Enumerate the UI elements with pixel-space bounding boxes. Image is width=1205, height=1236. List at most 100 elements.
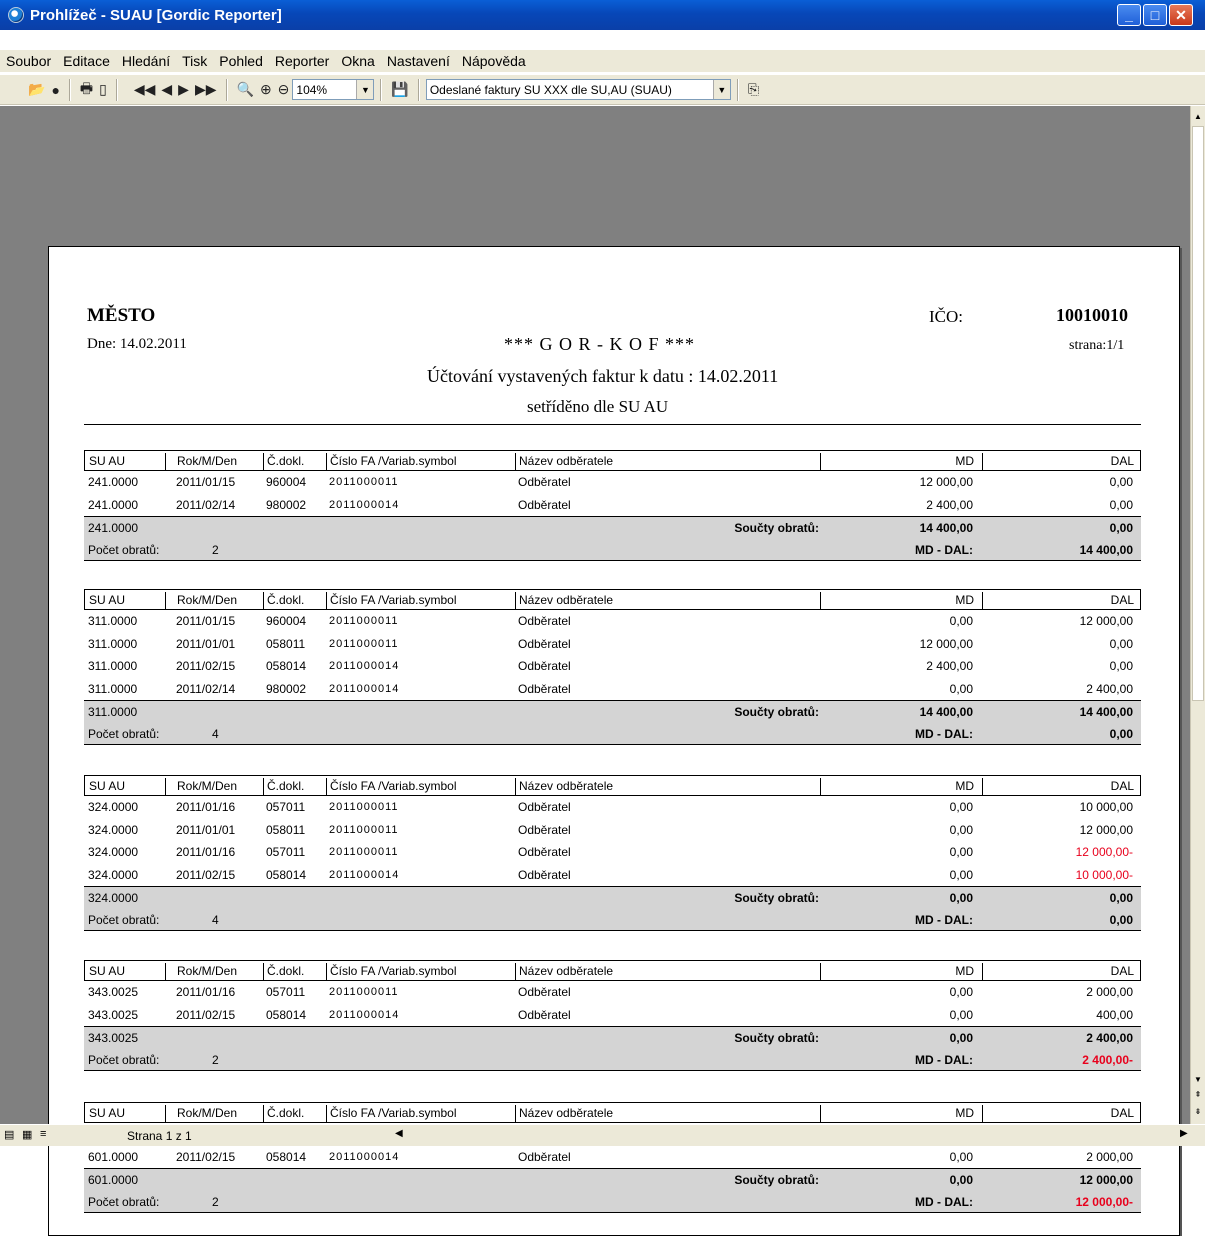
scroll-right-icon[interactable]: ▶ — [1180, 1128, 1188, 1139]
column-header: Č.dokl. — [267, 779, 305, 793]
sum-account: 343.0025 — [88, 1031, 139, 1045]
diff-value: 0,00 — [1109, 726, 1133, 741]
single-page-icon[interactable]: ▤ — [4, 1128, 14, 1141]
page-down-icon[interactable]: ⇟ — [1191, 1103, 1205, 1119]
sum-row: 311.0000 Součty obratů: 14 400,00 14 400,00 — [84, 700, 1141, 723]
count-label: Počet obratů: — [88, 912, 160, 927]
table-cell: Odběratel — [518, 497, 571, 512]
table-cell: 2 400,00 — [926, 659, 973, 673]
table-cell: 057011 — [266, 985, 306, 999]
table-cell: 10 000,00 — [1079, 800, 1133, 814]
table-cell: 0,00 — [949, 800, 973, 814]
zoom-in-icon[interactable]: ⊕ — [260, 79, 272, 101]
table-cell: 2011000011 — [329, 986, 399, 998]
diff-label: MD - DAL: — [915, 912, 973, 927]
table-cell: 311.0000 — [88, 614, 138, 628]
divider — [84, 424, 1141, 425]
menu-8[interactable]: Nápověda — [458, 53, 534, 69]
count-row: Počet obratů: 2 MD - DAL: 14 400,00 — [84, 538, 1141, 561]
menu-3[interactable]: Tisk — [178, 53, 215, 69]
table-cell: 241.0000 — [88, 475, 139, 489]
column-header: MD — [955, 1106, 974, 1120]
sum-label: Součty obratů: — [734, 1173, 819, 1187]
page-setup-icon[interactable]: ▯ — [99, 79, 107, 101]
table-cell: 0,00 — [1109, 659, 1133, 673]
dropdown-dot-icon[interactable]: ● — [51, 79, 59, 101]
maximize-button[interactable]: □ — [1143, 4, 1167, 26]
table-cell: 2 400,00 — [1086, 681, 1133, 696]
table-cell: 058014 — [266, 867, 307, 882]
list-view-icon[interactable]: ≡ — [40, 1128, 46, 1140]
page-up-icon[interactable]: ⇞ — [1191, 1086, 1205, 1102]
menu-6[interactable]: Okna — [337, 53, 382, 69]
column-header: Název odběratele — [519, 593, 614, 607]
table-cell: 0,00 — [949, 614, 973, 628]
scroll-down-icon[interactable]: ▼ — [1191, 1071, 1205, 1087]
table-cell: Odběratel — [518, 1149, 571, 1164]
table-cell: 2011000014 — [329, 660, 400, 672]
table-cell: Odběratel — [518, 659, 571, 673]
table-cell: Odběratel — [518, 614, 571, 628]
save-icon[interactable]: 💾 — [391, 79, 408, 101]
menu-5[interactable]: Reporter — [271, 53, 337, 69]
report-date: Dne: 14.02.2011 — [87, 336, 187, 352]
table-header: SU AU Rok/M/Den Č.dokl. Číslo FA /Variab.sy… — [84, 775, 1141, 796]
menu-2[interactable]: Hledání — [118, 53, 178, 69]
table-cell: 0,00 — [1109, 636, 1133, 651]
table-cell: 0,00 — [949, 845, 973, 859]
first-page-icon[interactable]: ◀◀ — [134, 79, 156, 101]
column-header: MD — [955, 964, 974, 978]
column-header: DAL — [1110, 593, 1134, 607]
table-header: SU AU Rok/M/Den Č.dokl. Číslo FA /Variab.sy… — [84, 450, 1141, 471]
table-header: SU AU Rok/M/Den Č.dokl. Číslo FA /Variab.sy… — [84, 589, 1141, 610]
table-cell: 2011/01/16 — [176, 985, 236, 999]
scroll-left-icon[interactable]: ◀ — [395, 1128, 403, 1139]
next-page-icon[interactable]: ▶ — [178, 79, 189, 101]
diff-value: 12 000,00- — [1075, 1194, 1133, 1209]
report-select[interactable]: Odeslané faktury SU XXX dle SU,AU (SUAU)… — [425, 79, 731, 100]
zoom-icon[interactable]: 🔍 — [237, 79, 254, 101]
multi-page-icon[interactable]: ▦ — [22, 1128, 32, 1141]
menu-1[interactable]: Editace — [59, 53, 118, 69]
sum-label: Součty obratů: — [734, 521, 819, 535]
title-bar: Prohlížeč - SUAU [Gordic Reporter] _ □ ✕ — [0, 0, 1205, 30]
menu-0[interactable]: Soubor — [0, 53, 59, 69]
table-cell: 0,00 — [949, 985, 973, 999]
table-cell: 10 000,00- — [1075, 867, 1133, 882]
diff-value: 0,00 — [1109, 912, 1133, 927]
open-icon[interactable]: 📂 — [28, 79, 45, 101]
scroll-up-icon[interactable]: ▲ — [1191, 108, 1205, 124]
report-sort: setříděno dle SU AU — [527, 397, 669, 416]
table-cell: 2011000011 — [329, 823, 399, 836]
table-cell: 2011/02/15 — [176, 659, 236, 673]
table-cell: 057011 — [266, 800, 306, 814]
zoom-out-icon[interactable]: ⊖ — [278, 79, 290, 101]
sum-row: 324.0000 Součty obratů: 0,00 0,00 — [84, 886, 1141, 909]
column-header: Číslo FA /Variab.symbol — [330, 593, 457, 607]
print-icon[interactable]: 🖶 — [80, 79, 93, 101]
close-button[interactable]: ✕ — [1169, 4, 1193, 26]
table-cell: 12 000,00 — [919, 636, 973, 651]
menu-4[interactable]: Pohled — [215, 53, 271, 69]
table-cell: 058014 — [266, 1007, 307, 1022]
table-cell: Odběratel — [518, 800, 571, 814]
table-row: 311.0000 2011/01/01 058011 2011000011 Odběra… — [84, 633, 1141, 656]
minimize-button[interactable]: _ — [1117, 4, 1141, 26]
export-icon[interactable]: ⎘ — [748, 79, 759, 101]
scroll-thumb[interactable] — [1192, 126, 1204, 701]
menu-7[interactable]: Nastavení — [383, 53, 458, 69]
table-cell: 2011000014 — [329, 1008, 400, 1021]
vertical-scrollbar[interactable]: ▲ ▼ ⇞ ⇟ — [1190, 106, 1205, 1124]
table-cell: 980002 — [266, 497, 307, 512]
count-row: Počet obratů: 2 MD - DAL: 12 000,00- — [84, 1190, 1141, 1213]
zoom-select[interactable]: 104% ▼ — [292, 79, 375, 100]
last-page-icon[interactable]: ▶▶ — [195, 79, 217, 101]
toolbar: 📂 ● 🖶 ▯ ◀◀ ◀ ▶ ▶▶ 🔍 ⊕ ⊖ 104% ▼ 💾 Odeslané… — [0, 75, 1205, 105]
sum-md: 14 400,00 — [919, 521, 973, 535]
table-cell: 343.0025 — [88, 985, 139, 999]
table-cell: 400,00 — [1096, 1007, 1133, 1022]
sum-row: 343.0025 Součty obratů: 0,00 2 400,00 — [84, 1026, 1141, 1049]
sum-label: Součty obratů: — [734, 891, 819, 905]
table-cell: 241.0000 — [88, 497, 139, 512]
prev-page-icon[interactable]: ◀ — [161, 79, 172, 101]
